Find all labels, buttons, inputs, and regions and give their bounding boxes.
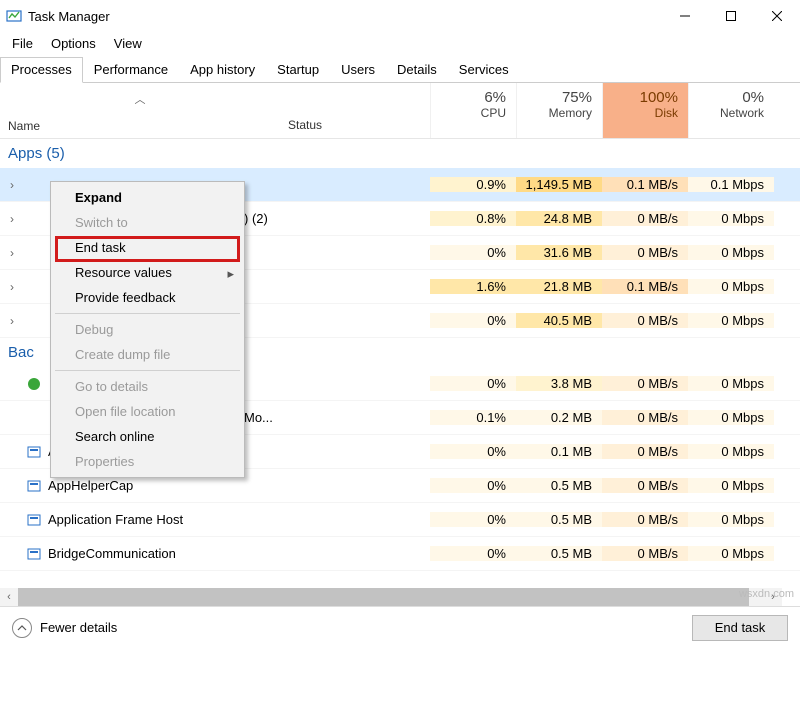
horizontal-scrollbar[interactable]: ‹ › [0,588,782,606]
tab-performance[interactable]: Performance [83,57,179,83]
ctx-debug: Debug [53,317,242,342]
chevron-right-icon: ▸ [227,266,234,282]
scroll-thumb[interactable] [18,588,749,606]
cpu-cell: 0.9% [430,177,516,192]
header-status[interactable]: Status [280,83,430,138]
footer-bar: Fewer details End task [0,606,800,648]
close-button[interactable] [754,0,800,32]
table-row[interactable]: BridgeCommunication 0% 0.5 MB 0 MB/s 0 M… [0,537,800,571]
table-row[interactable]: Application Frame Host 0% 0.5 MB 0 MB/s … [0,503,800,537]
header-cpu[interactable]: 6% CPU [430,83,516,138]
ctx-switch-to: Switch to [53,210,242,235]
header-network[interactable]: 0% Network [688,83,774,138]
process-icon [24,546,44,562]
tab-strip: Processes Performance App history Startu… [0,56,800,83]
chevron-up-icon [12,618,32,638]
ctx-resource-values[interactable]: Resource values ▸ [53,260,242,285]
ctx-end-task[interactable]: End task [53,235,242,260]
process-icon [24,376,44,392]
watermark: wsxdn.com [739,588,794,600]
net-cell: 0.1 Mbps [688,177,774,192]
process-icon [24,478,44,494]
process-name: AppHelperCap [44,478,280,493]
expand-icon[interactable]: › [0,212,24,226]
menu-file[interactable]: File [4,34,41,53]
expand-icon[interactable]: › [0,178,24,192]
fewer-details-toggle[interactable]: Fewer details [12,618,117,638]
group-apps[interactable]: Apps (5) [0,139,800,168]
scroll-left-icon[interactable]: ‹ [0,588,18,606]
ctx-create-dump: Create dump file [53,342,242,367]
title-bar: Task Manager [0,0,800,32]
ctx-provide-feedback[interactable]: Provide feedback [53,285,242,310]
ctx-properties: Properties [53,449,242,474]
menu-view[interactable]: View [106,34,150,53]
header-disk[interactable]: 100% Disk [602,83,688,138]
task-manager-icon [6,8,22,24]
header-name[interactable]: Name [0,114,280,138]
ctx-open-file-location: Open file location [53,399,242,424]
window-title: Task Manager [28,9,662,24]
tab-processes[interactable]: Processes [0,57,83,83]
context-menu[interactable]: Expand Switch to End task Resource value… [50,181,245,478]
column-headers[interactable]: ︿ Name Status 6% CPU 75% Memory 100% Dis… [0,83,800,139]
minimize-button[interactable] [662,0,708,32]
maximize-button[interactable] [708,0,754,32]
ctx-search-online[interactable]: Search online [53,424,242,449]
sort-indicator[interactable]: ︿ [0,83,280,114]
process-name: Application Frame Host [44,512,280,527]
process-icon [24,512,44,528]
process-table: ︿ Name Status 6% CPU 75% Memory 100% Dis… [0,83,800,648]
expand-icon[interactable]: › [0,280,24,294]
tab-users[interactable]: Users [330,57,386,83]
process-icon [24,444,44,460]
expand-icon[interactable]: › [0,314,24,328]
disk-cell: 0.1 MB/s [602,177,688,192]
tab-services[interactable]: Services [448,57,520,83]
separator [55,313,240,314]
ctx-expand[interactable]: Expand [53,185,242,210]
end-task-button[interactable]: End task [692,615,788,641]
header-memory[interactable]: 75% Memory [516,83,602,138]
expand-icon[interactable]: › [0,246,24,260]
menu-options[interactable]: Options [43,34,104,53]
ctx-go-to-details: Go to details [53,374,242,399]
menu-bar: File Options View [0,32,800,54]
tab-app-history[interactable]: App history [179,57,266,83]
tab-details[interactable]: Details [386,57,448,83]
process-name: BridgeCommunication [44,546,280,561]
process-rows[interactable]: Apps (5) › 0.9% 1,149.5 MB 0.1 MB/s 0.1 … [0,139,800,648]
mem-cell: 1,149.5 MB [516,177,602,192]
tab-startup[interactable]: Startup [266,57,330,83]
separator [55,370,240,371]
